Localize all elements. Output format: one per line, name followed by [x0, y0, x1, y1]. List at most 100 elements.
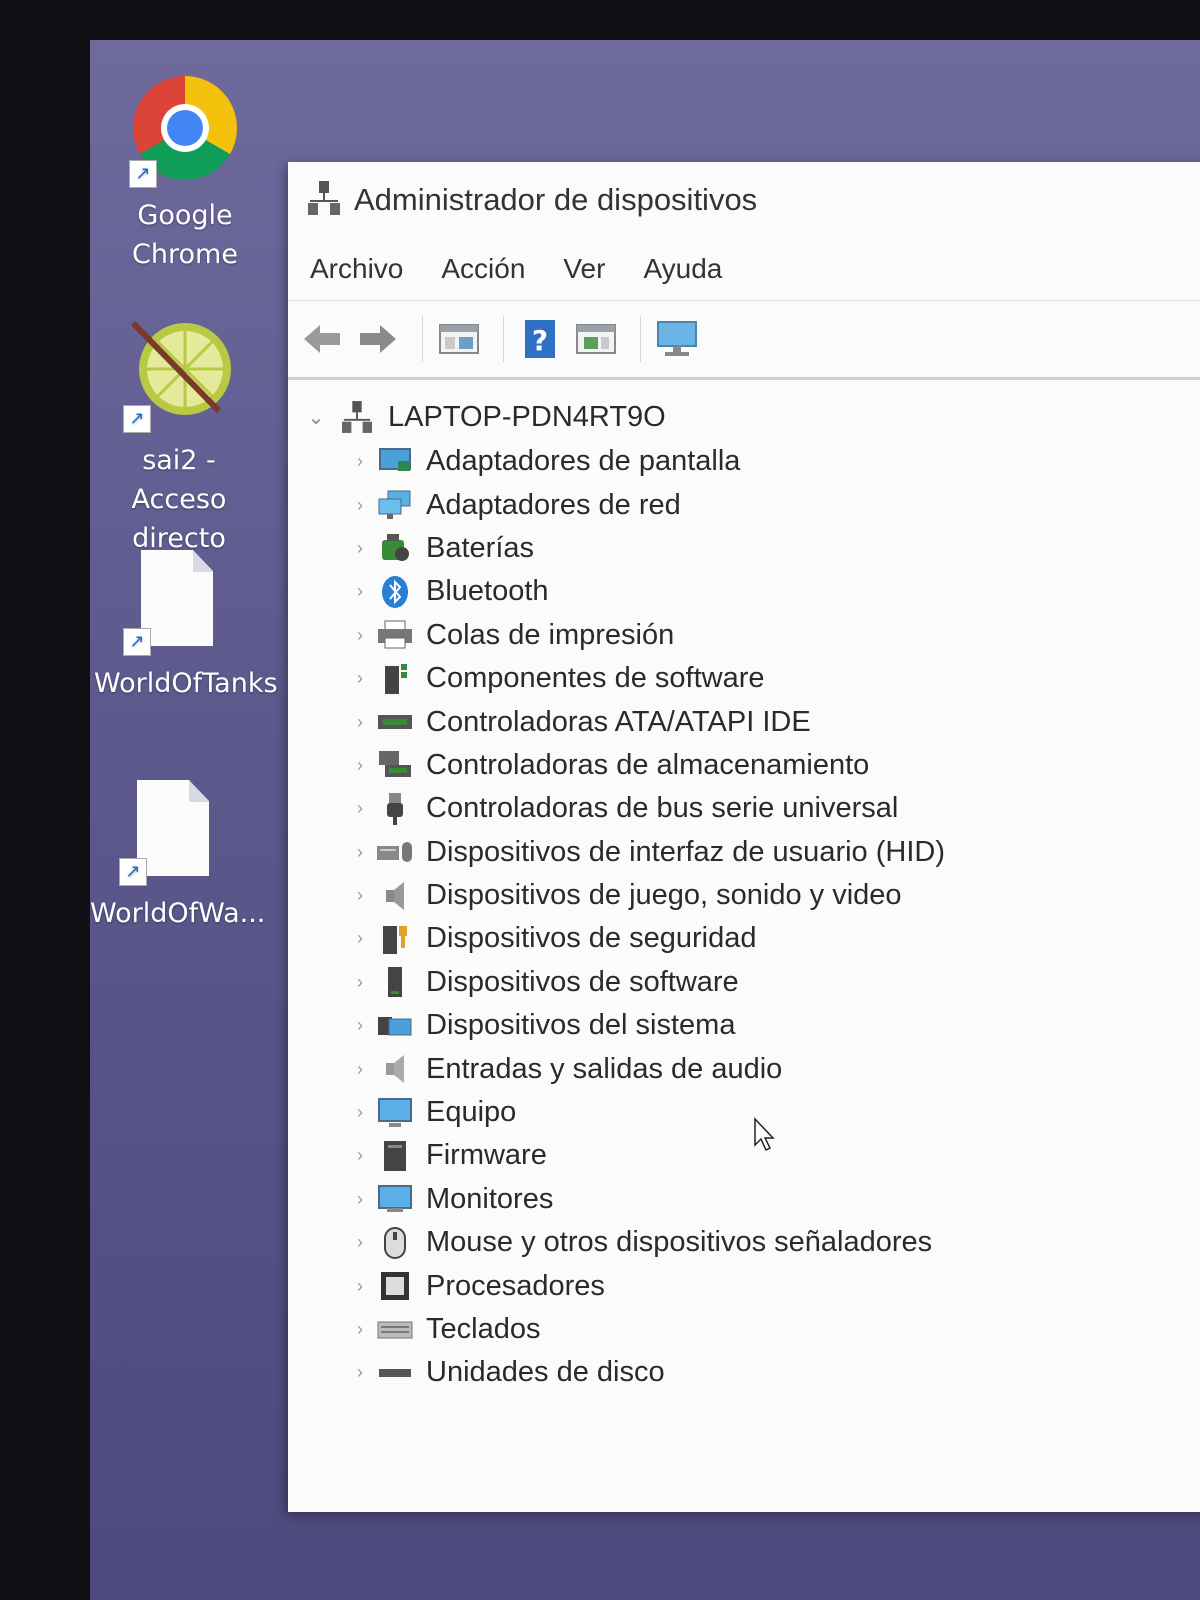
monitor-icon [376, 1183, 414, 1215]
chevron-right-icon[interactable]: › [344, 451, 376, 472]
tree-item[interactable]: › Adaptadores de red [302, 483, 1200, 526]
processor-icon [376, 1270, 414, 1302]
tree-item[interactable]: › Dispositivos del sistema [302, 1004, 1200, 1047]
tree-item[interactable]: › Monitores [302, 1178, 1200, 1221]
mouse-icon [376, 1226, 414, 1259]
tree-item[interactable]: › Baterías [302, 527, 1200, 570]
menu-archivo[interactable]: Archivo [310, 253, 403, 285]
chevron-right-icon[interactable]: › [344, 1232, 376, 1253]
properties-button[interactable] [435, 315, 483, 363]
tree-item[interactable]: › Procesadores [302, 1264, 1200, 1307]
tree-item[interactable]: › Equipo [302, 1091, 1200, 1134]
scan-hardware-button[interactable] [653, 315, 701, 363]
computer-icon [376, 1097, 414, 1129]
chevron-right-icon[interactable]: › [344, 972, 376, 993]
shortcut-arrow-icon: ↗ [129, 160, 157, 188]
chrome-icon: ↗ [125, 70, 245, 190]
chevron-right-icon[interactable]: › [344, 842, 376, 863]
desktop: ↗ Google Chrome ↗ sai2 - Acceso directo … [90, 40, 1200, 1600]
software-component-icon [376, 663, 414, 695]
computer-tree-icon [338, 401, 376, 433]
properties-icon [439, 324, 479, 354]
device-tree: ⌄ LAPTOP-PDN4RT9O › Adaptadores de pantal… [288, 380, 1200, 1395]
desktop-icon-label: WorldOfWa... [90, 898, 266, 929]
firmware-icon [376, 1140, 414, 1172]
forward-arrow-icon [360, 325, 396, 353]
help-button[interactable]: ? [516, 315, 564, 363]
tree-item[interactable]: › Dispositivos de interfaz de usuario (HI… [302, 831, 1200, 874]
desktop-icon-label: Google [137, 200, 233, 231]
tree-item[interactable]: › Dispositivos de seguridad [302, 917, 1200, 960]
chevron-right-icon[interactable]: › [344, 668, 376, 689]
network-adapter-icon [376, 489, 414, 521]
desktop-icon-worldoftanks[interactable]: ↗ WorldOfTanks [94, 550, 278, 703]
tree-item[interactable]: › Dispositivos de software [302, 961, 1200, 1004]
device-manager-window: Administrador de dispositivos Archivo Ac… [288, 162, 1200, 1512]
sound-device-icon [376, 880, 414, 912]
chevron-right-icon[interactable]: › [344, 1102, 376, 1123]
chevron-right-icon[interactable]: › [344, 928, 376, 949]
chevron-right-icon[interactable]: › [344, 495, 376, 516]
bluetooth-icon [376, 575, 414, 608]
software-device-icon [376, 966, 414, 998]
menu-bar: Archivo Acción Ver Ayuda [288, 238, 1200, 300]
tree-item[interactable]: › Bluetooth [302, 570, 1200, 613]
tree-item[interactable]: › Componentes de software [302, 657, 1200, 700]
hid-icon [376, 836, 414, 868]
chevron-right-icon[interactable]: › [344, 712, 376, 733]
desktop-icon-chrome[interactable]: ↗ Google Chrome [100, 70, 270, 274]
title-bar[interactable]: Administrador de dispositivos [288, 162, 1200, 238]
tree-item[interactable]: › Teclados [302, 1308, 1200, 1351]
security-device-icon [376, 923, 414, 955]
printer-icon [376, 619, 414, 651]
tree-item[interactable]: › Entradas y salidas de audio [302, 1047, 1200, 1090]
chevron-right-icon[interactable]: › [344, 755, 376, 776]
chevron-right-icon[interactable]: › [344, 1276, 376, 1297]
chevron-right-icon[interactable]: › [344, 1145, 376, 1166]
chevron-right-icon[interactable]: › [344, 1319, 376, 1340]
desktop-icon-label: Chrome [132, 239, 238, 270]
back-button[interactable] [298, 315, 346, 363]
menu-ver[interactable]: Ver [563, 253, 605, 285]
chevron-right-icon[interactable]: › [344, 885, 376, 906]
tree-item[interactable]: › Controladoras de bus serie universal [302, 787, 1200, 830]
tree-item[interactable]: › Controladoras de almacenamiento [302, 744, 1200, 787]
toolbar-separator [503, 316, 504, 362]
chevron-down-icon[interactable]: ⌄ [302, 405, 330, 430]
sai2-icon: ↗ [119, 315, 239, 435]
desktop-icon-worldofwarships[interactable]: ↗ WorldOfWa... [90, 780, 266, 933]
toolbar: ? [288, 300, 1200, 380]
file-icon: ↗ [119, 550, 239, 658]
menu-accion[interactable]: Acción [441, 253, 525, 285]
chevron-right-icon[interactable]: › [344, 798, 376, 819]
tree-item[interactable]: › Controladoras ATA/ATAPI IDE [302, 700, 1200, 743]
forward-button[interactable] [354, 315, 402, 363]
scan-hardware-icon [657, 321, 697, 356]
desktop-icon-sai2[interactable]: ↗ sai2 - Acceso directo [94, 315, 264, 558]
battery-icon [376, 532, 414, 564]
tree-item[interactable]: › Adaptadores de pantalla [302, 440, 1200, 483]
menu-ayuda[interactable]: Ayuda [643, 253, 722, 285]
tree-item[interactable]: › Firmware [302, 1134, 1200, 1177]
chevron-right-icon[interactable]: › [344, 1015, 376, 1036]
desktop-icon-label: sai2 - Acceso [131, 445, 227, 515]
disk-drive-icon [376, 1357, 414, 1389]
update-driver-button[interactable] [572, 315, 620, 363]
chevron-right-icon[interactable]: › [344, 1189, 376, 1210]
chevron-right-icon[interactable]: › [344, 1059, 376, 1080]
chevron-right-icon[interactable]: › [344, 1362, 376, 1383]
chevron-right-icon[interactable]: › [344, 538, 376, 559]
back-arrow-icon [304, 325, 340, 353]
tree-root[interactable]: ⌄ LAPTOP-PDN4RT9O [302, 394, 1200, 440]
tree-item[interactable]: › Mouse y otros dispositivos señaladores [302, 1221, 1200, 1264]
display-adapter-icon [376, 446, 414, 478]
chevron-right-icon[interactable]: › [344, 581, 376, 602]
keyboard-icon [376, 1314, 414, 1346]
tree-item[interactable]: › Unidades de disco [302, 1351, 1200, 1394]
toolbar-separator [640, 316, 641, 362]
chevron-right-icon[interactable]: › [344, 625, 376, 646]
shortcut-arrow-icon: ↗ [123, 628, 151, 656]
desktop-icon-label: WorldOfTanks [94, 668, 278, 699]
tree-item[interactable]: › Colas de impresión [302, 614, 1200, 657]
tree-item[interactable]: › Dispositivos de juego, sonido y video [302, 874, 1200, 917]
